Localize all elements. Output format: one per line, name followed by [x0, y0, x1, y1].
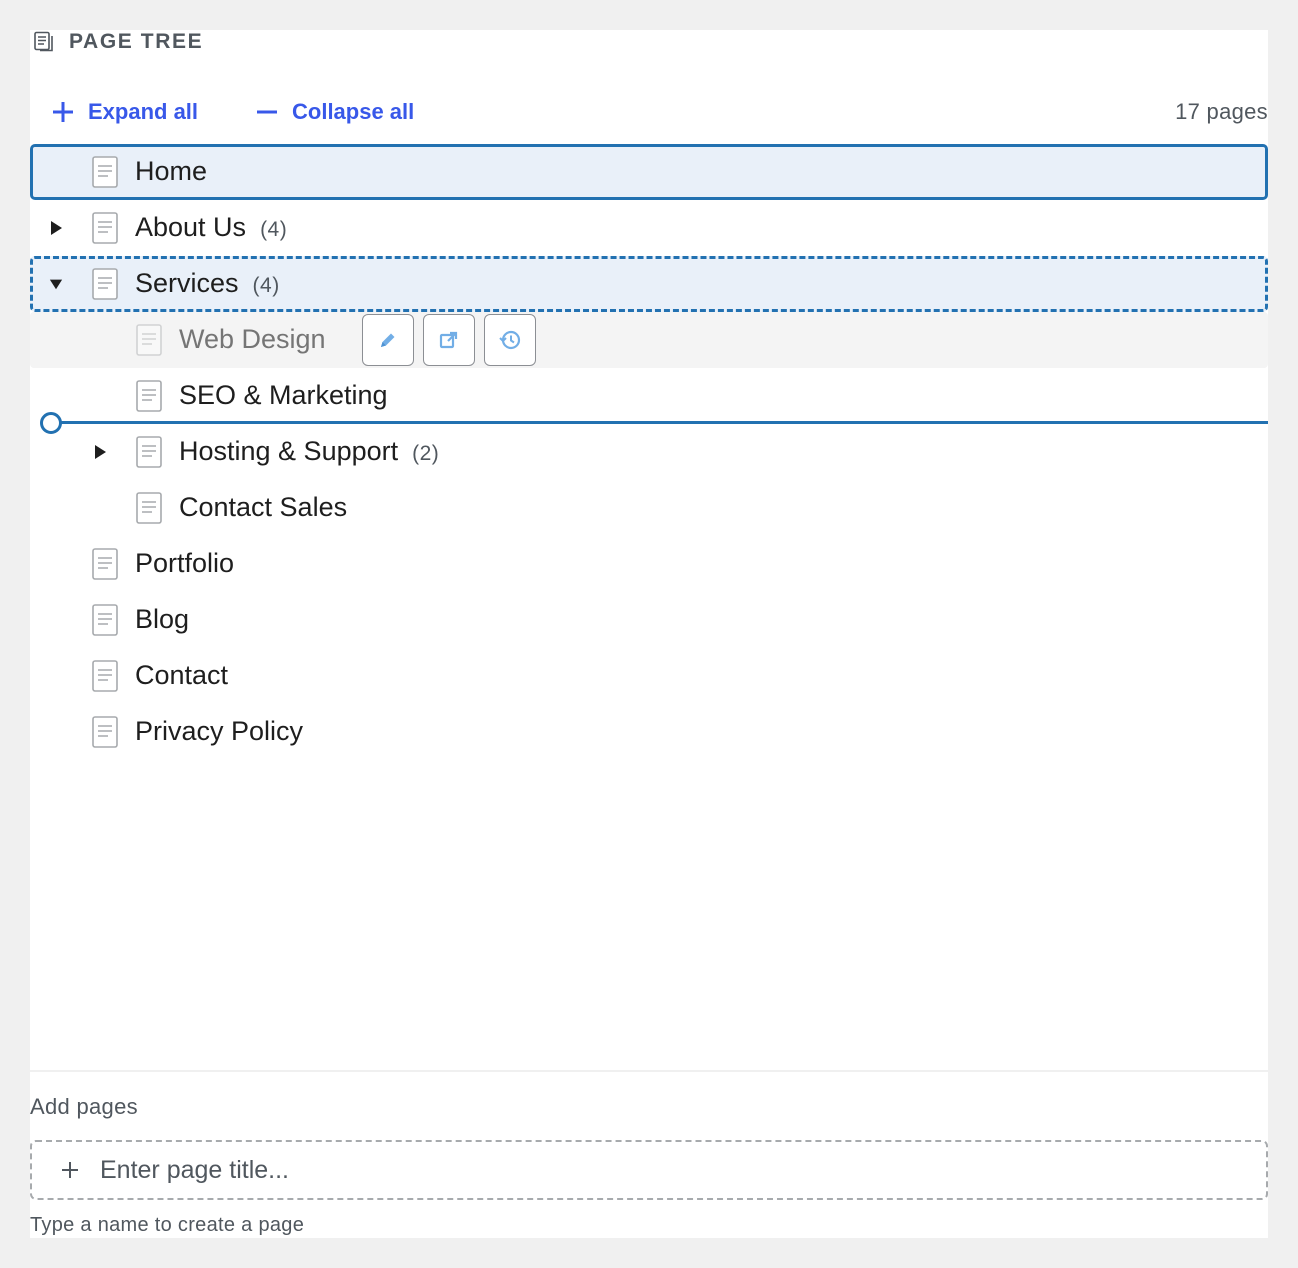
edit-icon — [377, 329, 399, 351]
tree-item-title: Hosting & Support — [179, 436, 399, 466]
tree-item-title: SEO & Marketing — [179, 380, 388, 410]
page-icon — [92, 156, 118, 188]
add-page-box[interactable] — [30, 1140, 1268, 1200]
tree-item-title: Blog — [135, 604, 190, 634]
tree-item-title: Home — [135, 156, 208, 186]
tree-item[interactable]: Hosting & Support (2) — [30, 424, 1268, 480]
tree-item[interactable]: Privacy Policy — [30, 704, 1268, 760]
plus-icon — [53, 102, 73, 122]
history-icon — [499, 329, 521, 351]
tree-item[interactable]: Home — [30, 144, 1268, 200]
edit-button[interactable] — [362, 314, 414, 366]
page-icon — [136, 324, 162, 356]
page-icon — [136, 380, 162, 412]
drop-indicator-line — [52, 421, 1268, 424]
tree-item-title: Web Design — [179, 324, 326, 354]
tree-item-title: Portfolio — [135, 548, 235, 578]
caret-right-icon[interactable] — [47, 219, 65, 237]
child-count: (4) — [260, 218, 288, 241]
expand-all-button[interactable]: Expand all — [52, 90, 198, 134]
row-actions — [362, 314, 536, 366]
tree-item[interactable]: Portfolio — [30, 536, 1268, 592]
tree-item-label: About Us (4) — [135, 212, 287, 243]
tree-item-title: About Us — [135, 212, 247, 242]
page-title-input[interactable] — [100, 1155, 1266, 1185]
expand-all-label: Expand all — [88, 99, 199, 124]
tree-item-label: Home — [135, 156, 207, 187]
tree-item-label: Contact Sales — [179, 492, 347, 523]
tree-toolbar: Expand all Collapse all 17 pages — [30, 90, 1268, 134]
tree-item[interactable]: SEO & Marketing — [30, 368, 1268, 424]
external-link-icon — [438, 329, 460, 351]
divider — [30, 1070, 1268, 1072]
tree-item-label: Blog — [135, 604, 189, 635]
page-icon — [136, 436, 162, 468]
page-icon — [92, 268, 118, 300]
tree-item-label: Services (4) — [135, 268, 280, 299]
page-icon — [136, 492, 162, 524]
plus-icon — [62, 1162, 78, 1178]
tree-item-title: Contact — [135, 660, 229, 690]
add-pages-label: Add pages — [30, 1094, 138, 1119]
tree-item[interactable]: Contact — [30, 648, 1268, 704]
pages-icon — [34, 31, 53, 52]
page-icon — [92, 716, 118, 748]
panel-title: PAGE TREE — [69, 30, 204, 53]
tree-item-title: Services — [135, 268, 239, 298]
external-link-button[interactable] — [423, 314, 475, 366]
panel-header: PAGE TREE — [30, 24, 203, 60]
tree-item[interactable]: Services (4) — [30, 256, 1268, 312]
minus-icon — [257, 110, 277, 114]
tree-item-label: Privacy Policy — [135, 716, 303, 747]
tree-item-label: SEO & Marketing — [179, 380, 388, 411]
tree-item-title: Privacy Policy — [135, 716, 304, 746]
caret-right-icon[interactable] — [91, 443, 109, 461]
add-page-hint: Type a name to create a page — [30, 1214, 305, 1236]
tree-item[interactable]: Web Design — [30, 312, 1268, 368]
page-icon — [92, 660, 118, 692]
tree-item-label: Portfolio — [135, 548, 234, 579]
page-icon — [92, 604, 118, 636]
drop-indicator-dot — [40, 412, 62, 434]
tree-item[interactable]: Blog — [30, 592, 1268, 648]
collapse-all-label: Collapse all — [292, 99, 415, 124]
page-count: 17 pages — [1175, 99, 1268, 124]
caret-down-icon[interactable] — [47, 275, 65, 293]
child-count: (2) — [412, 442, 440, 465]
tree-item-label: Web Design — [179, 324, 326, 355]
tree-item-label: Contact — [135, 660, 228, 691]
tree-item[interactable]: About Us (4) — [30, 200, 1268, 256]
tree-item-title: Contact Sales — [179, 492, 348, 522]
history-button[interactable] — [484, 314, 536, 366]
tree-item[interactable]: Contact Sales — [30, 480, 1268, 536]
page-icon — [92, 548, 118, 580]
child-count: (4) — [252, 274, 280, 297]
page-icon — [92, 212, 118, 244]
collapse-all-button[interactable]: Collapse all — [256, 90, 414, 134]
tree-item-label: Hosting & Support (2) — [179, 436, 439, 467]
